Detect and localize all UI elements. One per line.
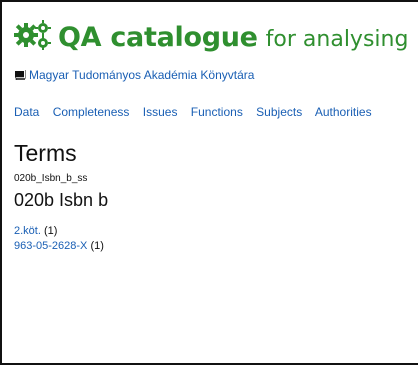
book-icon bbox=[15, 70, 26, 80]
nav-item-functions[interactable]: Functions bbox=[191, 105, 243, 119]
term-count: (1) bbox=[43, 225, 58, 237]
library-link[interactable]: Magyar Tudományos Akadémia Könyvtára bbox=[14, 68, 254, 82]
list-item: 963-05-2628-X (1) bbox=[14, 239, 104, 254]
main-nav: Data Completeness Issues Functions Subje… bbox=[14, 105, 382, 119]
nav-item-issues[interactable]: Issues bbox=[143, 105, 178, 119]
nav-item-subjects[interactable]: Subjects bbox=[256, 105, 302, 119]
list-item: 2.köt. (1) bbox=[14, 224, 104, 239]
site-header: QA catalogue for analysing bbox=[14, 16, 408, 53]
page-frame: QA catalogue for analysing Magyar Tudomá… bbox=[0, 0, 418, 365]
page-title: Terms bbox=[14, 140, 77, 166]
nav-item-authorities[interactable]: Authorities bbox=[315, 105, 372, 119]
nav-item-completeness[interactable]: Completeness bbox=[53, 105, 130, 119]
library-name: Magyar Tudományos Akadémia Könyvtára bbox=[29, 68, 255, 82]
site-subtitle: for analysing bbox=[265, 27, 409, 52]
site-title[interactable]: QA catalogue bbox=[58, 22, 258, 53]
gears-icon bbox=[14, 20, 51, 50]
terms-list: 2.köt. (1) 963-05-2628-X (1) bbox=[14, 224, 104, 254]
field-name: 020b Isbn b bbox=[14, 190, 109, 210]
field-code: 020b_Isbn_b_ss bbox=[14, 173, 88, 184]
term-link[interactable]: 963-05-2628-X bbox=[14, 240, 87, 252]
nav-item-data[interactable]: Data bbox=[14, 105, 39, 119]
term-count: (1) bbox=[90, 240, 104, 252]
term-link[interactable]: 2.köt. bbox=[14, 225, 41, 237]
